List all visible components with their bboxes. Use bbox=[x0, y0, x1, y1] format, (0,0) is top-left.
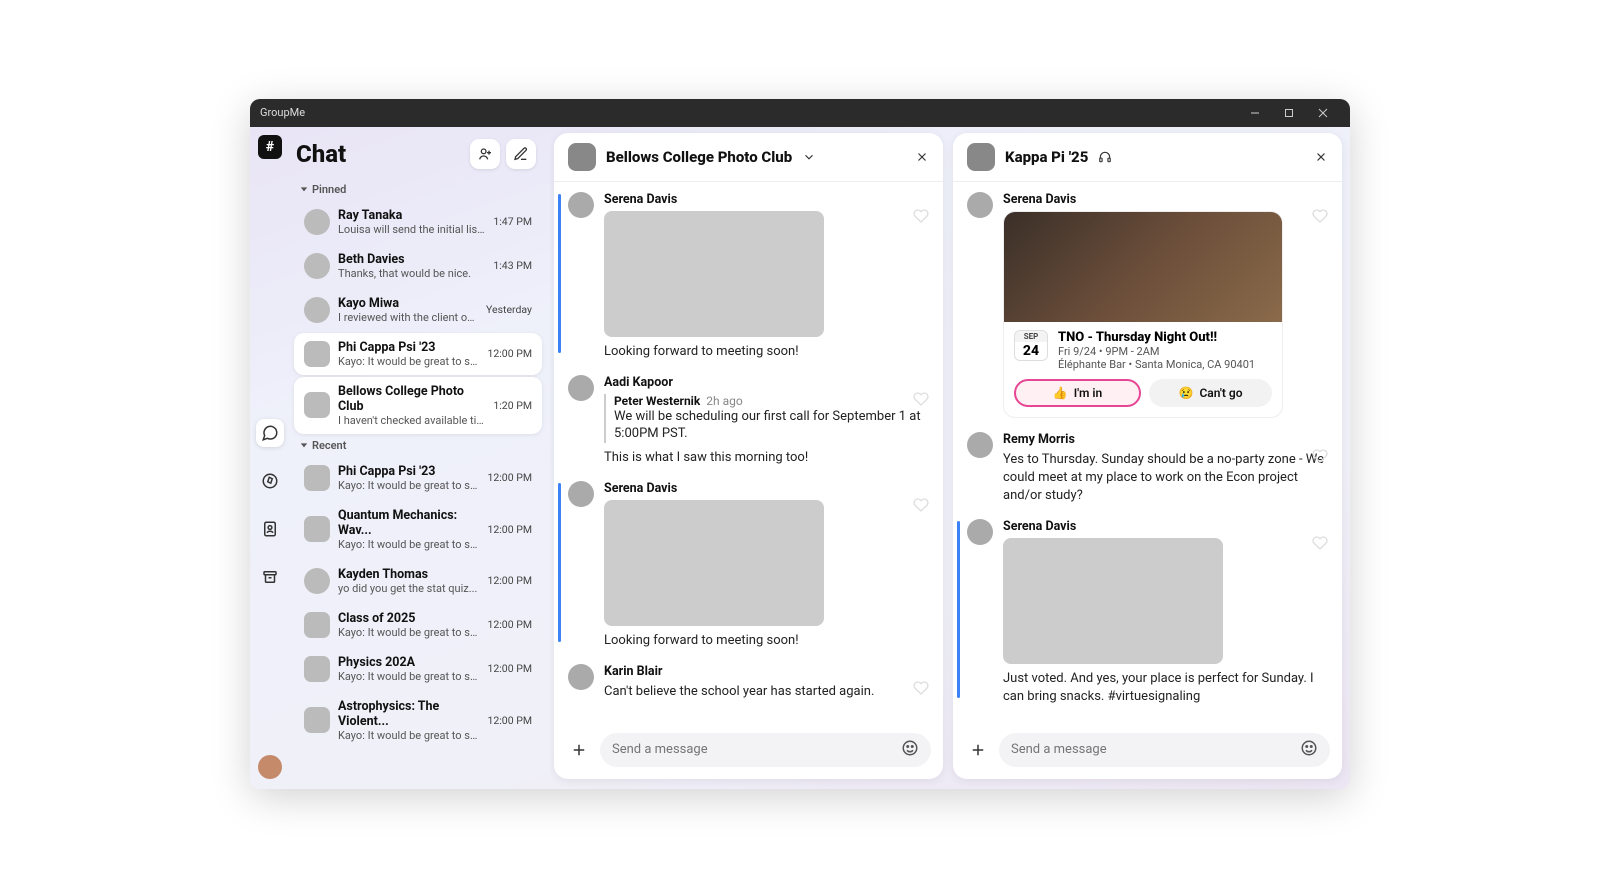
rsvp-yes-button[interactable]: 👍I'm in bbox=[1014, 379, 1141, 407]
like-button[interactable] bbox=[913, 391, 929, 411]
titlebar: GroupMe bbox=[250, 99, 1350, 127]
window-minimize-button[interactable] bbox=[1238, 99, 1272, 127]
rail-contacts-button[interactable] bbox=[256, 515, 284, 543]
close-pane-button[interactable] bbox=[915, 150, 929, 164]
like-button[interactable] bbox=[913, 680, 929, 700]
caret-down-icon bbox=[300, 185, 308, 193]
headphones-icon bbox=[1098, 150, 1112, 164]
message: Remy Morris Yes to Thursday. Sunday shou… bbox=[967, 432, 1328, 506]
message: Serena Davis Looking forward to meeting … bbox=[568, 192, 929, 361]
sender-avatar bbox=[568, 375, 594, 401]
message: Karin Blair Can't believe the school yea… bbox=[568, 664, 929, 701]
conversation-item[interactable]: Kayo MiwaI reviewed with the client on..… bbox=[294, 289, 542, 331]
emoji-button[interactable] bbox=[901, 739, 919, 761]
conversation-item[interactable]: Phi Cappa Psi '23Kayo: It would be great… bbox=[294, 333, 542, 375]
rail-discover-button[interactable] bbox=[256, 467, 284, 495]
conversation-item[interactable]: Kayden Thomasyo did you get the stat qui… bbox=[294, 560, 542, 602]
window-title: GroupMe bbox=[260, 106, 305, 119]
message: Serena Davis SEP 24 TNO - Thursday bbox=[967, 192, 1328, 418]
sender-avatar bbox=[568, 481, 594, 507]
conversation-item[interactable]: Physics 202AKayo: It would be great to s… bbox=[294, 648, 542, 690]
message: Serena Davis Just voted. And yes, your p… bbox=[967, 519, 1328, 706]
chat-pane-2: Kappa Pi '25 Serena Davis bbox=[953, 133, 1342, 779]
window-close-button[interactable] bbox=[1306, 99, 1340, 127]
message: Aadi Kapoor Peter Westernik2h ago We wil… bbox=[568, 375, 929, 467]
conversation-item[interactable]: Astrophysics: The Violent...Kayo: It wou… bbox=[294, 692, 542, 749]
conversation-item[interactable]: Ray TanakaLouisa will send the initial l… bbox=[294, 201, 542, 243]
close-pane-button[interactable] bbox=[1314, 150, 1328, 164]
sender-avatar bbox=[967, 192, 993, 218]
like-button[interactable] bbox=[1312, 535, 1328, 555]
conversation-item[interactable]: Class of 2025Kayo: It would be great to … bbox=[294, 604, 542, 646]
message-composer bbox=[554, 725, 943, 779]
event-cover-photo bbox=[1004, 212, 1282, 322]
current-user-avatar[interactable] bbox=[258, 755, 282, 779]
like-button[interactable] bbox=[1312, 208, 1328, 228]
conversation-item[interactable]: Bellows College Photo ClubI haven't chec… bbox=[294, 377, 542, 434]
add-contact-button[interactable] bbox=[470, 139, 500, 169]
like-button[interactable] bbox=[913, 208, 929, 228]
conversation-item[interactable]: Quantum Mechanics: Wav...Kayo: It would … bbox=[294, 501, 542, 558]
sender-avatar bbox=[967, 519, 993, 545]
message: Serena Davis Looking forward to meeting … bbox=[568, 481, 929, 650]
chevron-down-icon[interactable] bbox=[802, 150, 816, 164]
quoted-message: Peter Westernik2h ago We will be schedul… bbox=[604, 394, 929, 443]
attach-button[interactable] bbox=[965, 737, 991, 763]
attach-button[interactable] bbox=[566, 737, 592, 763]
message-composer bbox=[953, 725, 1342, 779]
thumbs-up-icon: 👍 bbox=[1053, 386, 1068, 400]
message-list: Serena Davis SEP 24 TNO - Thursday bbox=[953, 182, 1342, 725]
conversation-item[interactable]: Beth DaviesThanks, that would be nice. 1… bbox=[294, 245, 542, 287]
conversation-list: Chat Pinned Ray TanakaLouisa will send t… bbox=[290, 127, 550, 789]
like-button[interactable] bbox=[913, 497, 929, 517]
chat-pane-1: Bellows College Photo Club Serena Davis … bbox=[554, 133, 943, 779]
event-date-badge: SEP 24 bbox=[1014, 330, 1048, 361]
emoji-button[interactable] bbox=[1300, 739, 1318, 761]
message-input[interactable] bbox=[612, 742, 901, 757]
message-list: Serena Davis Looking forward to meeting … bbox=[554, 182, 943, 725]
message-photo[interactable] bbox=[604, 211, 824, 337]
conversation-item[interactable]: Phi Cappa Psi '23Kayo: It would be great… bbox=[294, 457, 542, 499]
compose-button[interactable] bbox=[506, 139, 536, 169]
chat-heading: Chat bbox=[296, 140, 464, 168]
chat-title: Kappa Pi '25 bbox=[1005, 148, 1088, 166]
caret-down-icon bbox=[300, 441, 308, 449]
rsvp-no-button[interactable]: 😢Can't go bbox=[1149, 379, 1272, 407]
sender-avatar bbox=[568, 192, 594, 218]
message-photo[interactable] bbox=[604, 500, 824, 626]
chat-title: Bellows College Photo Club bbox=[606, 148, 792, 166]
rail-archive-button[interactable] bbox=[256, 563, 284, 591]
recent-section-header[interactable]: Recent bbox=[290, 435, 546, 456]
app-window: GroupMe # Chat Pinned bbox=[250, 99, 1350, 789]
group-avatar bbox=[967, 143, 995, 171]
sender-avatar bbox=[967, 432, 993, 458]
pinned-section-header[interactable]: Pinned bbox=[290, 179, 546, 200]
group-avatar bbox=[568, 143, 596, 171]
app-logo: # bbox=[258, 135, 282, 159]
like-button[interactable] bbox=[1312, 448, 1328, 468]
window-maximize-button[interactable] bbox=[1272, 99, 1306, 127]
rail-chat-button[interactable] bbox=[256, 419, 284, 447]
message-photo[interactable] bbox=[1003, 538, 1223, 664]
message-input[interactable] bbox=[1011, 742, 1300, 757]
sad-face-icon: 😢 bbox=[1178, 386, 1193, 400]
nav-rail: # bbox=[250, 127, 290, 789]
sender-avatar bbox=[568, 664, 594, 690]
event-card: SEP 24 TNO - Thursday Night Out!! Fri 9/… bbox=[1003, 211, 1283, 418]
